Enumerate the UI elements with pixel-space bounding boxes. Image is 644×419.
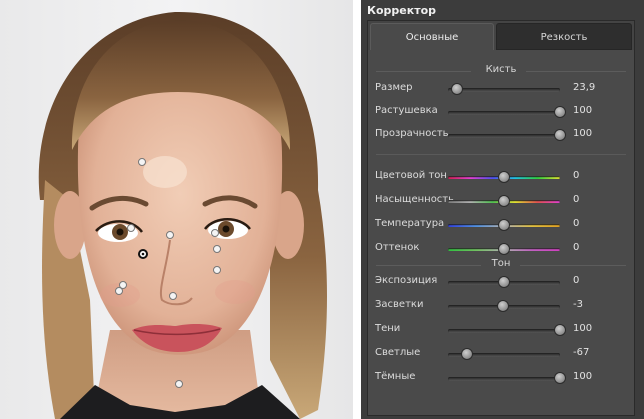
slider-label: Прозрачность (375, 128, 449, 139)
divider (520, 265, 626, 266)
corrector-panel: Корректор Основные Резкость Кисть Размер… (361, 0, 644, 419)
slider-row: Экспозиция 0 (368, 272, 634, 292)
slider-value: 0 (573, 194, 580, 205)
tab-sharpness[interactable]: Резкость (496, 23, 632, 50)
slider-label: Насыщенность (375, 194, 455, 205)
slider-track[interactable] (448, 377, 560, 381)
slider-label: Экспозиция (375, 275, 438, 286)
slider-label: Засветки (375, 299, 424, 310)
portrait-image (38, 11, 327, 419)
tab-basic[interactable]: Основные (370, 23, 494, 50)
slider-label: Тени (375, 323, 401, 334)
slider-value: 100 (573, 323, 593, 334)
slider-label: Размер (375, 82, 413, 93)
slider-label: Тёмные (375, 371, 416, 382)
divider (376, 154, 626, 155)
slider-handle[interactable] (554, 106, 566, 118)
slider-handle[interactable] (496, 300, 509, 312)
slider-row: Цветовой тон 0 (368, 167, 634, 187)
slider-handle[interactable] (450, 83, 463, 95)
slider-handle[interactable] (498, 219, 510, 231)
slider-track[interactable] (448, 134, 560, 138)
slider-track[interactable] (448, 88, 560, 92)
slider-handle[interactable] (498, 276, 510, 288)
slider-row: Температура 0 (368, 215, 634, 235)
slider-row: Оттенок 0 (368, 239, 634, 259)
slider-handle[interactable] (498, 195, 510, 207)
photo-canvas[interactable] (0, 0, 353, 419)
slider-value: 100 (573, 371, 593, 382)
slider-row: Прозрачность 100 (368, 125, 634, 145)
slider-track[interactable] (448, 111, 560, 115)
slider-value: 0 (573, 242, 580, 253)
slider-row: Тени 100 (368, 320, 634, 340)
slider-handle[interactable] (554, 324, 566, 336)
slider-value: -3 (573, 299, 583, 310)
section-brush-header: Кисть (485, 64, 517, 75)
divider (526, 71, 626, 72)
slider-label: Растушевка (375, 105, 438, 116)
slider-handle[interactable] (554, 372, 566, 384)
tab-content: Кисть Размер 23,9 Растушевка 100 Прозрачност… (368, 50, 634, 415)
slider-row: Светлые -67 (368, 344, 634, 364)
slider-row: Размер 23,9 (368, 79, 634, 99)
slider-label: Светлые (375, 347, 421, 358)
section-tone-header: Тон (491, 258, 511, 269)
slider-value: 100 (573, 105, 593, 116)
divider (376, 265, 481, 266)
slider-track[interactable] (448, 329, 560, 333)
slider-value: 0 (573, 170, 580, 181)
panel-title: Корректор (367, 4, 437, 17)
slider-handle[interactable] (498, 243, 510, 255)
divider (376, 71, 471, 72)
slider-value: 23,9 (573, 82, 596, 93)
slider-handle[interactable] (461, 348, 474, 360)
slider-value: 100 (573, 128, 593, 139)
slider-label: Температура (375, 218, 445, 229)
slider-value: -67 (573, 347, 590, 358)
slider-row: Насыщенность 0 (368, 191, 634, 211)
slider-label: Цветовой тон (375, 170, 447, 181)
slider-value: 0 (573, 275, 580, 286)
slider-row: Засветки -3 (368, 296, 634, 316)
slider-handle[interactable] (498, 171, 510, 183)
slider-label: Оттенок (375, 242, 420, 253)
slider-value: 0 (573, 218, 580, 229)
slider-handle[interactable] (554, 129, 566, 141)
slider-row: Растушевка 100 (368, 102, 634, 122)
slider-row: Тёмные 100 (368, 368, 634, 388)
